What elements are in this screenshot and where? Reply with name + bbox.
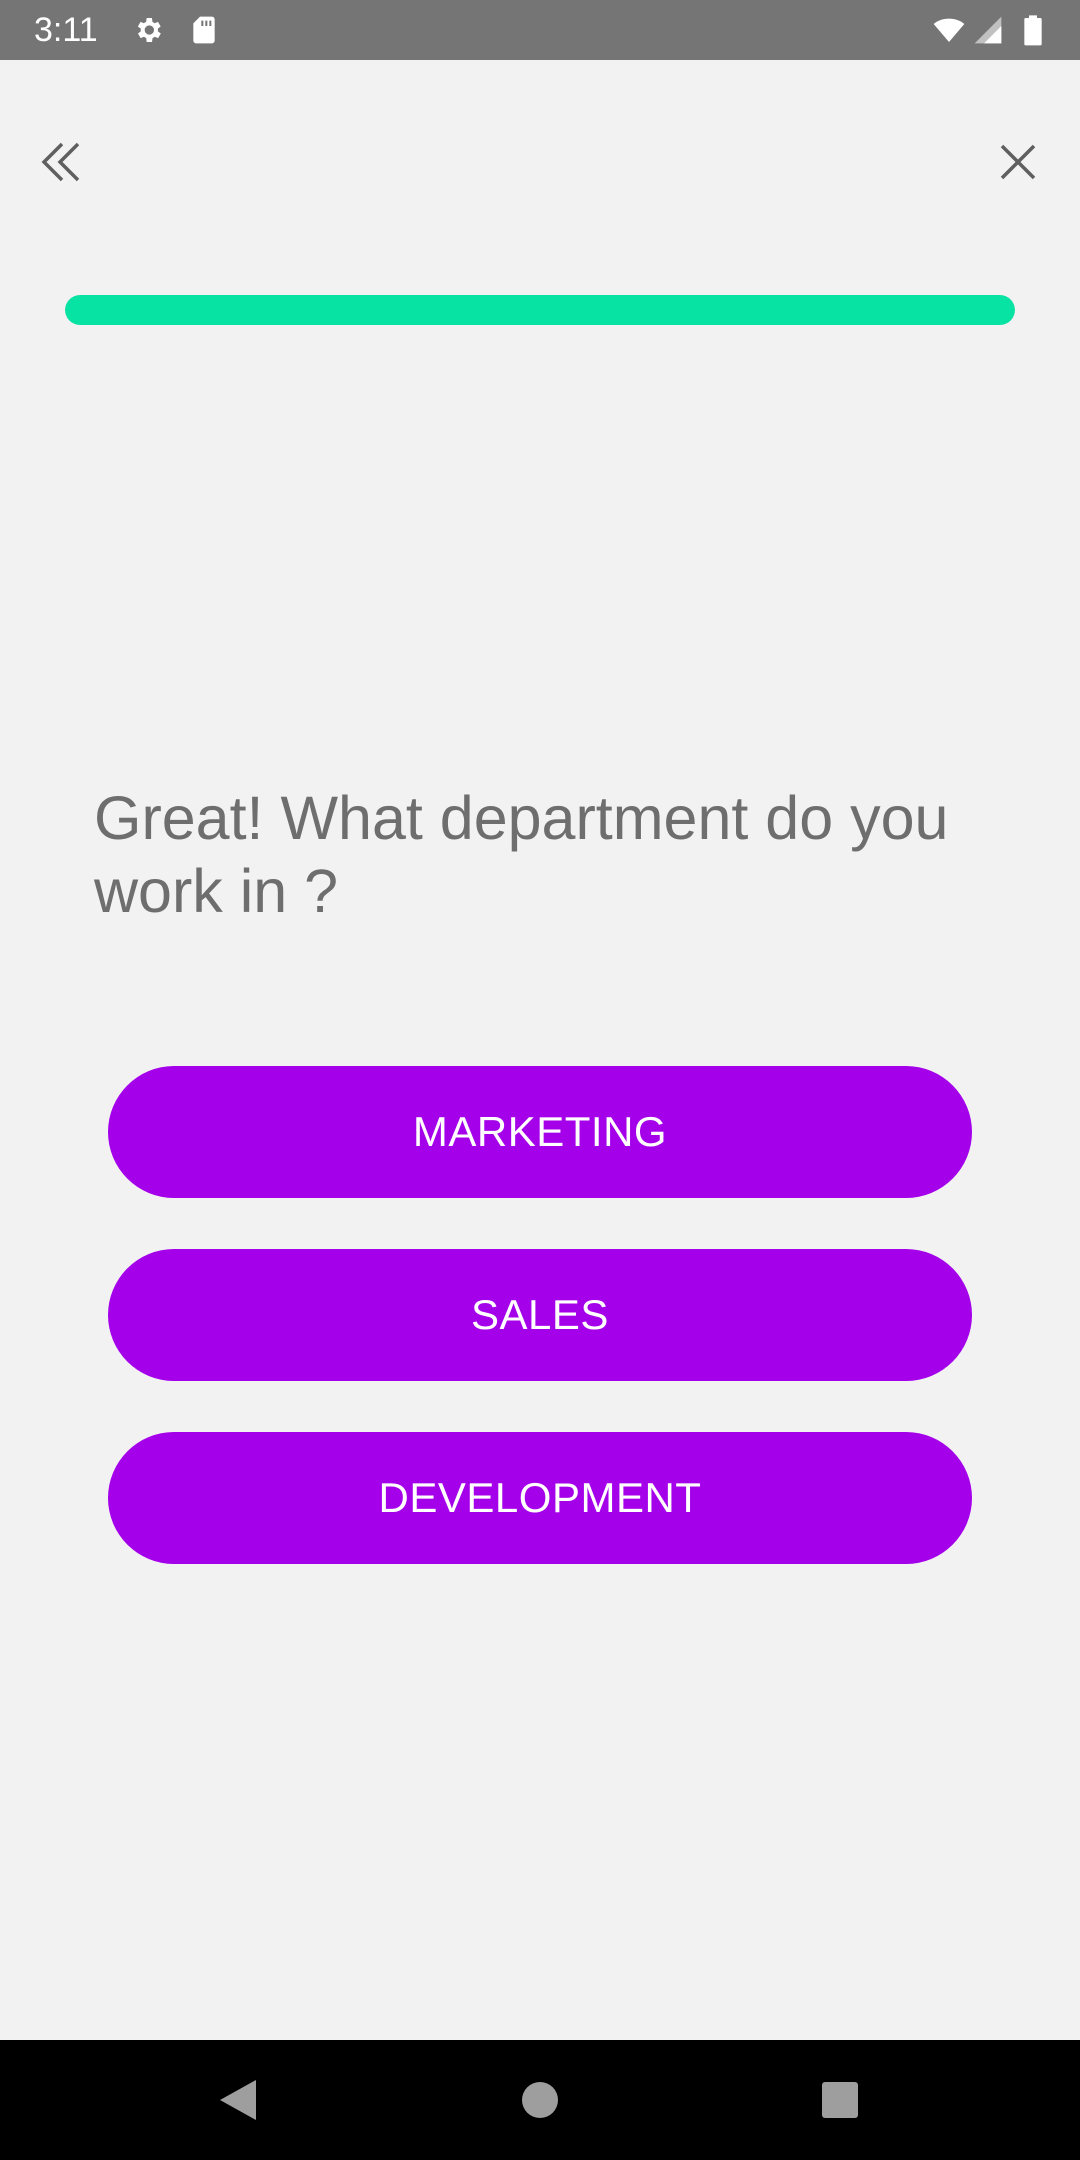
gear-icon [132,14,164,46]
double-chevron-left-icon [41,142,80,182]
status-time: 3:11 [34,11,98,49]
sd-card-icon [188,14,220,46]
battery-icon [1022,14,1044,46]
progress-fill [65,295,1015,325]
wifi-icon [930,14,968,46]
system-home-button[interactable] [500,2060,580,2140]
recents-square-icon [822,2082,858,2118]
home-circle-icon [522,2082,558,2118]
close-icon [1000,144,1036,180]
option-marketing-button[interactable]: MARKETING [108,1066,972,1198]
progress-bar [65,295,1015,325]
status-bar: 3:11 [0,0,1080,60]
option-sales-button[interactable]: SALES [108,1249,972,1381]
option-development-button[interactable]: DEVELOPMENT [108,1432,972,1564]
signal-icon [972,14,1004,46]
back-button[interactable] [22,122,102,202]
back-triangle-icon [220,2080,256,2120]
close-button[interactable] [978,122,1058,202]
system-back-button[interactable] [198,2060,278,2140]
question-text: Great! What department do you work in ? [94,784,949,925]
system-nav-bar [0,2040,1080,2160]
onboarding-screen: 3:11 Great! What department do you work … [0,0,1080,2160]
system-recents-button[interactable] [800,2060,880,2140]
